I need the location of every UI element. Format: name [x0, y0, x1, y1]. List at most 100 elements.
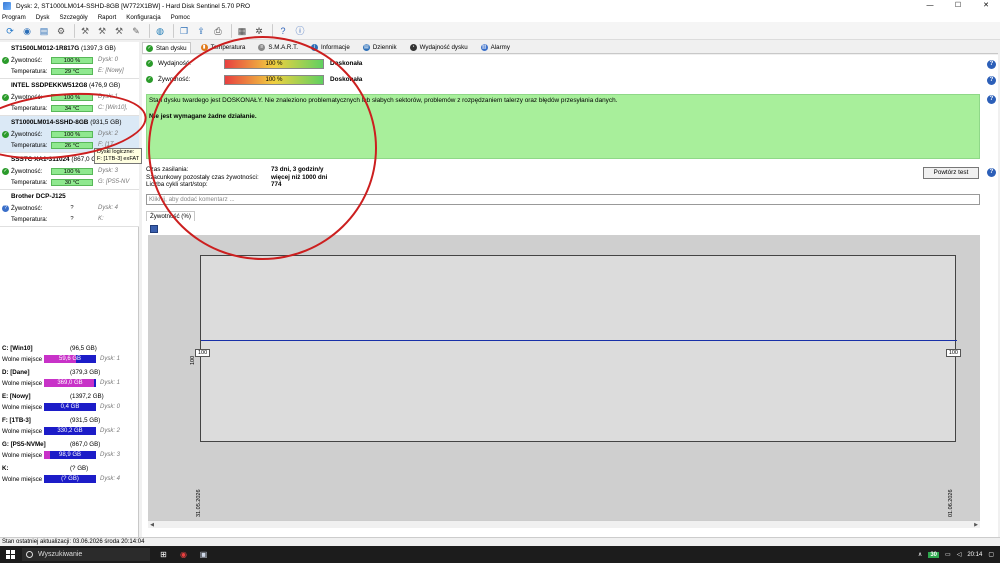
browser-icon[interactable]: ◉: [178, 549, 189, 560]
tab-performance[interactable]: ◔ Wydajność dysku: [407, 42, 471, 53]
taskbar: Wyszukiwanie ⊞ ◉ ▣ ∧ 30 ▭ ◁ 20:14 ▢: [0, 546, 1000, 563]
search-icon: [26, 551, 33, 558]
volume-icon[interactable]: ◁: [957, 551, 962, 558]
disk-status-panel: ✓ Wydajność: 100 % Doskonała ? ✓ Żywotno…: [142, 55, 998, 537]
free-space-bar: 0,4 GB: [44, 403, 96, 411]
toolbar-separator: [272, 23, 273, 38]
volume-entry-f[interactable]: F: [1TB-3] (931,5 GB) Wolne miejsce 330,…: [0, 414, 139, 438]
temperature-bar: 26 °C: [51, 142, 93, 149]
network-icon[interactable]: ▭: [945, 551, 951, 558]
health-bar: 100 %: [51, 94, 93, 101]
tab-alarms[interactable]: ▥ Alarmy: [478, 42, 513, 53]
y-tick-label: 100: [190, 355, 196, 365]
retest-button[interactable]: Powtórz test: [923, 167, 979, 179]
free-space-bar: 59,6 GB: [44, 355, 96, 363]
start-icon[interactable]: [6, 550, 15, 559]
disk-entry-0[interactable]: ST1500LM012-1R817G (1397,3 GB) ✓ Żywotno…: [0, 42, 139, 79]
wrench-icon[interactable]: ✎: [129, 24, 143, 38]
help-icon[interactable]: ?: [987, 60, 996, 69]
hd-sentinel-tray-temp[interactable]: 30: [928, 551, 940, 558]
x-tick-end: 01.06.2026: [948, 489, 954, 517]
alarm-icon: ▥: [480, 44, 488, 51]
test-icon[interactable]: ⚒: [78, 24, 92, 38]
report-icon[interactable]: ▤: [37, 24, 51, 38]
check-icon: ✓: [2, 57, 9, 64]
info-icon: i: [310, 44, 318, 51]
hd-sentinel-taskbar-icon[interactable]: ▣: [198, 549, 209, 560]
disk-name: ST1000LM014-SSHD-8GB (931,5 GB): [11, 119, 122, 126]
chart-scrollbar[interactable]: ◀ ▶: [148, 520, 980, 528]
volume-entry-c[interactable]: C: [Win10] (96,5 GB) Wolne miejsce 59,6 …: [0, 342, 139, 366]
maximize-button[interactable]: ☐: [944, 0, 972, 12]
info-icon[interactable]: ⓘ: [293, 24, 307, 38]
tools-icon[interactable]: ⚒: [112, 24, 126, 38]
settings-icon[interactable]: ⚙: [54, 24, 68, 38]
smart-icon: ≡: [258, 44, 266, 51]
menu-bar: Program Dysk Szczegóły Raport Konfigurac…: [0, 12, 1000, 22]
disk-name: ST1500LM012-1R817G (1397,3 GB): [11, 45, 116, 52]
menu-konfiguracja[interactable]: Konfiguracja: [126, 14, 160, 21]
scroll-right-icon[interactable]: ▶: [972, 521, 980, 529]
performance-bar: 100 %: [224, 59, 324, 69]
help-icon[interactable]: ?: [276, 24, 290, 38]
close-button[interactable]: ✕: [972, 0, 1000, 12]
minimize-button[interactable]: —: [916, 0, 944, 12]
help-icon[interactable]: ?: [987, 168, 996, 177]
comment-input[interactable]: Kliknij, aby dodać komentarz ...: [146, 194, 980, 205]
tab-information[interactable]: i Informacje: [308, 42, 353, 53]
logical-drives-tooltip: Dyski logiczne: F: [1TB-3] exFAT: [94, 148, 143, 164]
tab-smart[interactable]: ≡ S.M.A.R.T.: [255, 42, 301, 53]
tab-disk-status[interactable]: ✓ Stan dysku: [142, 42, 191, 53]
data-label-end: 100: [945, 349, 961, 357]
save-icon[interactable]: [150, 225, 158, 233]
menu-dysk[interactable]: Dysk: [36, 14, 50, 21]
surface-test-icon[interactable]: ⚒: [95, 24, 109, 38]
chevron-up-icon[interactable]: ∧: [918, 551, 922, 558]
print-icon[interactable]: ⎙: [211, 24, 225, 38]
health-bar: ?: [70, 205, 74, 211]
free-space-bar: (? GB): [44, 475, 96, 483]
refresh-icon[interactable]: ⟳: [3, 24, 17, 38]
menu-pomoc[interactable]: Pomoc: [171, 14, 190, 21]
menu-szczegoly[interactable]: Szczegóły: [59, 14, 87, 21]
temperature-bar: 34 °C: [51, 105, 93, 112]
check-icon: ✓: [2, 131, 9, 138]
volume-entry-k[interactable]: K: (? GB) Wolne miejsce (? GB) Dysk: 4: [0, 462, 139, 486]
toolbar-separator: [231, 23, 232, 38]
disk-info: Czas zasilania: 73 dni, 3 godzin/y Szacun…: [146, 166, 328, 188]
disk-entry-4[interactable]: Brother DCP-J125 ? Żywotność: ? Dysk: 4 …: [0, 190, 139, 227]
volume-entry-g[interactable]: G: [PS5-NVMe] (867,0 GB) Wolne miejsce 9…: [0, 438, 139, 462]
export-icon[interactable]: ⇪: [194, 24, 208, 38]
tab-log[interactable]: ▤ Dziennik: [360, 42, 400, 53]
volume-entry-d[interactable]: D: [Dane] (379,3 GB) Wolne miejsce 369,0…: [0, 366, 139, 390]
clock[interactable]: 20:14: [967, 552, 982, 558]
notification-icon[interactable]: ▢: [988, 551, 994, 558]
network-icon[interactable]: ✲: [252, 24, 266, 38]
toolbar-separator: [149, 23, 150, 38]
help-icon[interactable]: ?: [987, 95, 996, 104]
task-view-icon[interactable]: ⊞: [158, 549, 169, 560]
check-icon: ✓: [2, 94, 9, 101]
performance-row: ✓ Wydajność: 100 % Doskonała: [146, 59, 363, 69]
disk-entry-1[interactable]: INTEL SSDPEKKW512G8 (476,9 GB) ✓ Żywotno…: [0, 79, 139, 116]
health-bar: 100 %: [51, 168, 93, 175]
menu-raport[interactable]: Raport: [98, 14, 117, 21]
disk-name: SSSTC XA1-311024 (867,0 GB): [11, 156, 103, 163]
tab-health-chart[interactable]: Żywotność (%): [146, 211, 195, 221]
toolbar-separator: [173, 23, 174, 38]
free-space-bar: 369,0 GB: [44, 379, 96, 387]
copy-icon[interactable]: ❐: [177, 24, 191, 38]
disk-name: Brother DCP-J125: [11, 193, 66, 200]
tab-bar: ✓ Stan dysku ▮ Temperatura ≡ S.M.A.R.T. i In…: [142, 42, 998, 54]
scroll-left-icon[interactable]: ◀: [148, 521, 156, 529]
log-icon: ▤: [362, 44, 370, 51]
taskbar-search[interactable]: Wyszukiwanie: [22, 548, 150, 561]
volume-entry-e[interactable]: E: [Nowy] (1397,2 GB) Wolne miejsce 0,4 …: [0, 390, 139, 414]
globe-icon[interactable]: ◍: [153, 24, 167, 38]
temperature-bar: ?: [70, 216, 74, 222]
disk-icon[interactable]: ◉: [20, 24, 34, 38]
alert-config-icon[interactable]: ▦: [235, 24, 249, 38]
help-icon[interactable]: ?: [987, 76, 996, 85]
tab-temperature[interactable]: ▮ Temperatura: [198, 42, 249, 53]
menu-program[interactable]: Program: [2, 14, 26, 21]
